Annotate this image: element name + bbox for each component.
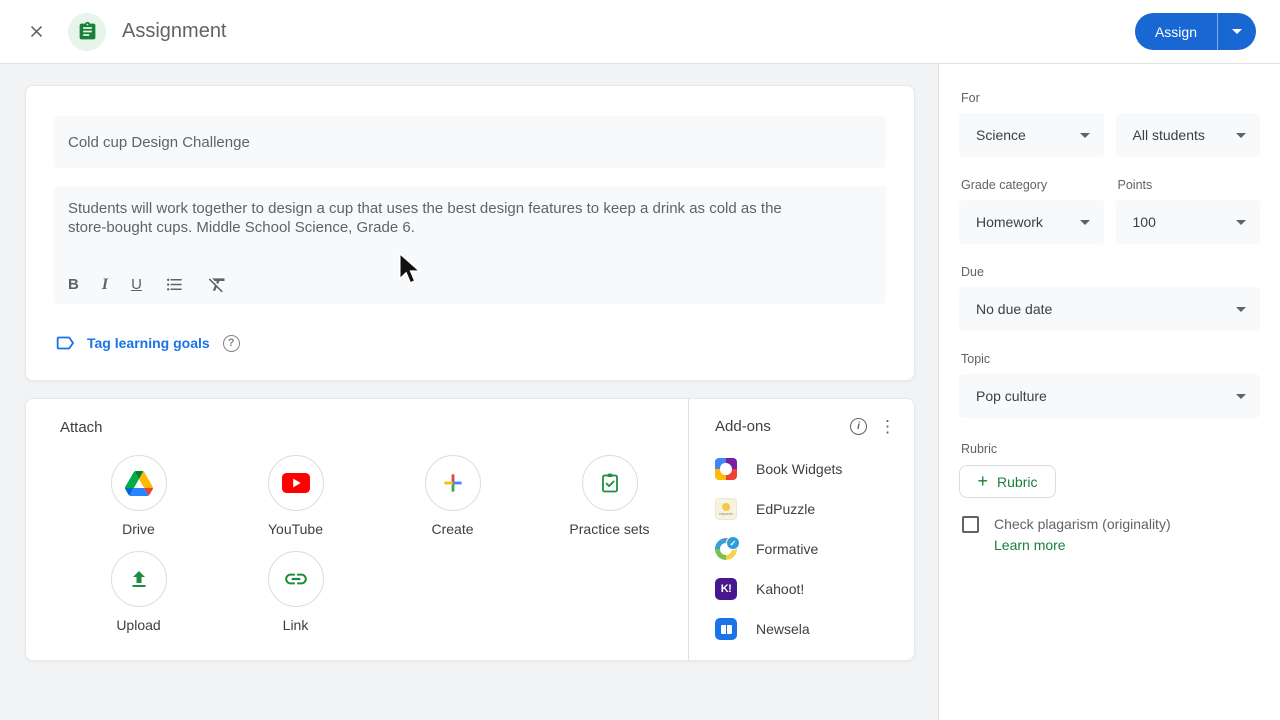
newsela-icon [715,618,737,640]
points-select[interactable]: 100 [1115,200,1260,244]
chevron-down-icon [1236,394,1246,399]
topic-value: Pop culture [976,388,1047,404]
plus-icon: + [977,470,989,491]
tag-learning-goals-row: Tag learning goals ? [54,332,886,354]
addon-book-widgets[interactable]: Book Widgets [715,449,896,489]
rubric-button-label: Rubric [997,473,1038,490]
attach-addons-card: Attach Drive YouTube Create Practice set… [25,398,915,661]
attach-item-label: Upload [116,617,161,633]
edpuzzle-icon: edpuzzle [715,498,737,520]
formative-icon: ✓ [715,536,740,560]
clear-formatting-button[interactable] [207,274,228,295]
attach-item-label: YouTube [267,521,323,537]
bulleted-list-icon [166,278,182,291]
assign-button[interactable]: Assign [1134,13,1218,50]
attach-item-label: Drive [122,521,155,537]
addon-kahoot[interactable]: K! Kahoot! [715,569,896,609]
book-widgets-icon [715,458,737,480]
addon-formative[interactable]: ✓ Formative [715,529,896,569]
attach-item-label: Practice sets [569,521,650,537]
link-icon [284,573,307,585]
chevron-down-icon [1232,29,1242,34]
assignment-main-area: Cold cup Design Challenge Students will … [0,64,938,720]
page-title: Assignment [122,20,227,42]
attach-practice-sets-button[interactable]: Practice sets [531,455,688,537]
chevron-down-icon [1236,220,1246,225]
title-input[interactable]: Cold cup Design Challenge [54,116,886,168]
addons-list: Book Widgets edpuzzle EdPuzzle ✓ Formati… [715,449,896,649]
info-icon[interactable]: i [850,418,867,435]
formatting-toolbar: B I U [68,274,228,295]
description-value: Students will work together to design a … [68,200,782,236]
clear-formatting-icon [208,278,225,293]
for-label: For [961,91,980,105]
learn-more-link[interactable]: Learn more [994,537,1066,553]
plagiarism-checkbox[interactable] [962,516,979,533]
description-input[interactable]: Students will work together to design a … [54,186,886,304]
assign-split-button: Assign [1134,13,1256,50]
due-label: Due [961,265,984,279]
google-drive-icon [124,470,153,496]
attach-youtube-button[interactable]: YouTube [217,455,374,537]
addons-section: Add-ons i ⋮ Book Widgets edpuzzle EdPuzz… [688,399,914,660]
practice-sets-icon [601,473,618,493]
addon-edpuzzle[interactable]: edpuzzle EdPuzzle [715,489,896,529]
addon-label: Kahoot! [756,581,805,597]
chevron-down-icon [1079,220,1090,225]
attach-item-label: Create [431,521,474,537]
topic-label: Topic [961,352,991,366]
add-rubric-button[interactable]: + Rubric [959,465,1056,498]
close-icon[interactable] [24,20,48,44]
plagiarism-checkbox-label: Check plagarism (originality) [994,516,1171,532]
attach-title: Attach [60,419,103,436]
class-select[interactable]: Science [959,113,1104,157]
due-date-select[interactable]: No due date [959,287,1260,331]
addon-label: Book Widgets [756,461,843,477]
chevron-down-icon [1236,133,1246,138]
bold-button[interactable]: B [68,276,79,293]
grade-category-select[interactable]: Homework [959,200,1104,244]
grade-category-value: Homework [976,214,1043,230]
kahoot-icon: K! [715,578,737,600]
top-bar: Assignment Assign [0,0,1280,64]
addons-title: Add-ons [715,418,771,435]
addon-label: EdPuzzle [756,501,816,517]
students-select[interactable]: All students [1115,113,1260,157]
help-icon[interactable]: ? [222,334,240,352]
rubric-label: Rubric [961,442,998,456]
due-date-value: No due date [976,301,1053,317]
attach-upload-button[interactable]: Upload [60,551,217,633]
assignment-details-card: Cold cup Design Challenge Students will … [25,85,915,381]
tag-icon [56,336,75,350]
youtube-icon [281,473,310,493]
addon-label: Formative [756,541,819,557]
points-label: Points [1117,178,1153,192]
points-value: 100 [1132,214,1156,230]
attach-section: Attach Drive YouTube Create Practice set… [26,399,688,660]
tag-learning-goals-link[interactable]: Tag learning goals [87,335,210,351]
students-select-value: All students [1132,127,1205,143]
title-value: Cold cup Design Challenge [68,133,250,151]
assignment-settings-sidebar: For Science All students Grade category … [938,64,1280,720]
chevron-down-icon [1079,133,1090,138]
upload-icon [132,571,145,587]
attach-grid: Drive YouTube Create Practice sets Uploa… [60,455,688,633]
assign-dropdown-button[interactable] [1218,13,1256,50]
addon-label: Newsela [756,621,810,637]
attach-drive-button[interactable]: Drive [60,455,217,537]
chevron-down-icon [1236,307,1246,312]
attach-link-button[interactable]: Link [217,551,374,633]
create-plus-icon [443,474,462,492]
topic-select[interactable]: Pop culture [959,374,1260,418]
assignment-icon [68,12,106,51]
addon-newsela[interactable]: Newsela [715,609,896,649]
italic-button[interactable]: I [102,276,108,294]
underline-button[interactable]: U [131,276,142,293]
grade-category-label: Grade category [961,178,1048,192]
attach-create-button[interactable]: Create [374,455,531,537]
class-select-value: Science [976,127,1026,143]
attach-item-label: Link [282,617,309,633]
more-options-icon[interactable]: ⋮ [879,418,896,435]
bulleted-list-button[interactable] [165,275,184,294]
